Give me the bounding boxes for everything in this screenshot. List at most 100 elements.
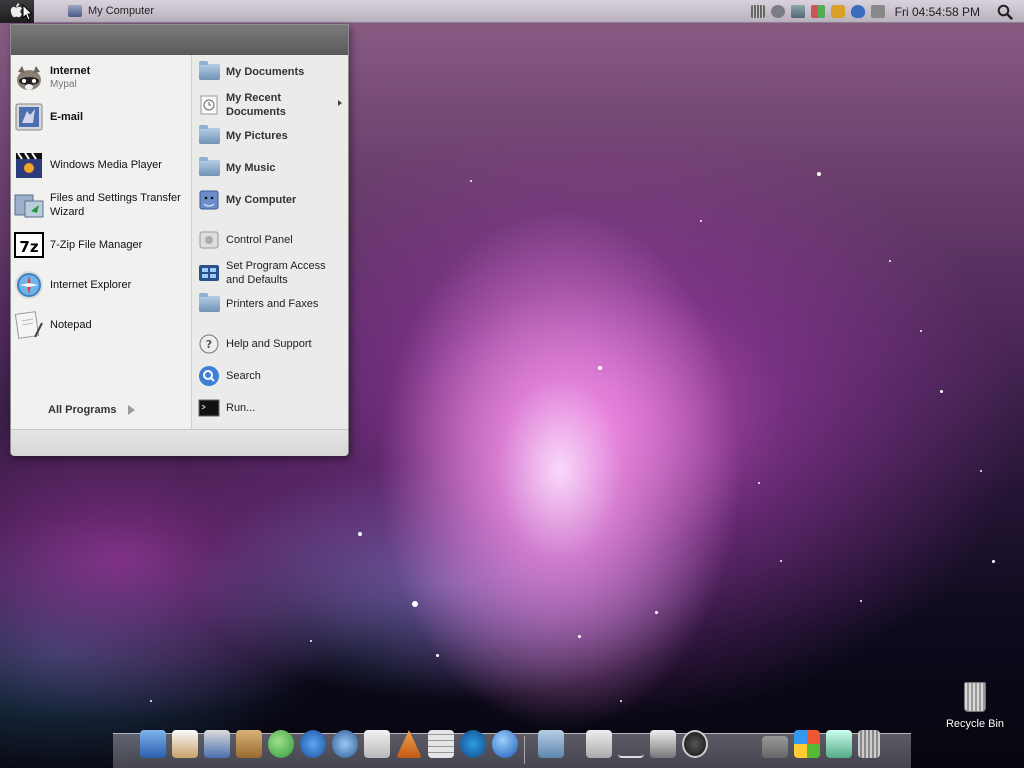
recent-item-internet-explorer[interactable]: Internet Explorer bbox=[11, 268, 191, 302]
control-panel-icon bbox=[198, 229, 220, 251]
volume-icon[interactable] bbox=[870, 5, 885, 18]
display-icon[interactable] bbox=[770, 5, 785, 18]
calculator-icon[interactable] bbox=[428, 730, 454, 758]
item-label: Control Panel bbox=[226, 234, 293, 246]
place-my-computer[interactable]: My Computer bbox=[198, 189, 348, 211]
item-sublabel: Mypal bbox=[50, 79, 77, 90]
spotlight-search-button[interactable] bbox=[994, 1, 1016, 23]
keyboard-icon[interactable] bbox=[750, 5, 765, 18]
place-program-access-defaults[interactable]: Set Program Access and Defaults bbox=[198, 259, 348, 287]
raccoon-browser-icon bbox=[13, 62, 45, 94]
item-label-line2: Wizard bbox=[50, 206, 85, 218]
power-icon[interactable] bbox=[682, 730, 708, 758]
start-menu-footer bbox=[11, 429, 348, 456]
pinned-item-internet[interactable]: Internet Mypal bbox=[11, 61, 191, 95]
address-book-icon[interactable] bbox=[236, 730, 262, 758]
7zip-icon: 7z bbox=[13, 229, 45, 261]
svg-text:7z: 7z bbox=[19, 238, 38, 256]
hanger-icon[interactable] bbox=[618, 730, 644, 758]
recent-documents-icon bbox=[198, 94, 220, 116]
notes-icon[interactable] bbox=[364, 730, 390, 758]
system-settings-icon[interactable] bbox=[650, 730, 676, 758]
desktop-icon-recycle-bin[interactable]: Recycle Bin bbox=[940, 682, 1010, 730]
scissors-icon[interactable] bbox=[586, 730, 612, 758]
finder-icon[interactable] bbox=[140, 730, 166, 758]
place-my-documents[interactable]: My Documents bbox=[198, 61, 348, 83]
all-programs-button[interactable]: All Programs bbox=[48, 404, 136, 416]
start-menu-programs-pane: Internet Mypal E-mail Windows Media Play… bbox=[11, 55, 191, 429]
item-label: My Pictures bbox=[226, 130, 288, 142]
item-label: Internet Explorer bbox=[50, 279, 132, 291]
music-folder-icon bbox=[198, 157, 220, 179]
recent-item-files-settings-transfer[interactable]: Files and Settings Transfer Wizard bbox=[11, 188, 191, 222]
security-shield-icon[interactable] bbox=[850, 5, 865, 18]
recent-item-windows-media-player[interactable]: Windows Media Player bbox=[11, 148, 191, 182]
item-label: Set Program Access and Defaults bbox=[226, 260, 326, 286]
computer-icon bbox=[68, 5, 82, 17]
submenu-arrow-icon bbox=[338, 100, 342, 106]
trash-icon bbox=[964, 682, 986, 712]
globe-icon[interactable] bbox=[492, 730, 518, 758]
downloads-icon[interactable] bbox=[826, 730, 852, 758]
place-control-panel[interactable]: Control Panel bbox=[198, 229, 348, 251]
compass-icon bbox=[13, 269, 45, 301]
mail-stamp-icon bbox=[13, 101, 45, 133]
item-label: Printers and Faxes bbox=[226, 298, 319, 310]
item-label: Run... bbox=[226, 402, 256, 414]
program-defaults-icon bbox=[198, 262, 220, 284]
item-label: My Documents bbox=[226, 66, 305, 78]
item-label: Notepad bbox=[50, 319, 92, 331]
pictures-folder-icon bbox=[198, 125, 220, 147]
place-help-support[interactable]: ? Help and Support bbox=[198, 333, 348, 355]
active-window-title[interactable]: My Computer bbox=[68, 5, 154, 17]
item-label: Search bbox=[226, 370, 261, 382]
notepad-icon bbox=[13, 309, 45, 341]
start-menu-header bbox=[11, 25, 348, 55]
dock-separator bbox=[524, 736, 525, 764]
clock[interactable]: Fri 04:54:58 PM bbox=[895, 5, 980, 19]
trash-icon[interactable] bbox=[858, 730, 880, 758]
documents-folder-icon bbox=[198, 61, 220, 83]
item-label: My Recent Documents bbox=[226, 92, 286, 118]
start-menu-places-pane: My Documents My Recent Documents My Pict… bbox=[191, 55, 348, 429]
recent-item-notepad[interactable]: Notepad bbox=[11, 308, 191, 342]
folder-icon[interactable] bbox=[538, 730, 564, 758]
item-label: My Music bbox=[226, 162, 276, 174]
svg-text:?: ? bbox=[206, 338, 212, 351]
media-player-icon[interactable] bbox=[300, 730, 326, 758]
item-label: Windows Media Player bbox=[50, 159, 162, 171]
item-label: 7-Zip File Manager bbox=[50, 239, 143, 251]
browser-icon[interactable] bbox=[332, 730, 358, 758]
search-icon bbox=[198, 365, 220, 387]
pinned-item-email[interactable]: E-mail bbox=[11, 100, 191, 134]
home-icon[interactable] bbox=[172, 730, 198, 758]
place-my-recent-documents[interactable]: My Recent Documents bbox=[198, 91, 348, 119]
item-label: Files and Settings Transfer bbox=[50, 192, 181, 204]
mail-icon[interactable] bbox=[204, 730, 230, 758]
place-my-pictures[interactable]: My Pictures bbox=[198, 125, 348, 147]
dropdown-icon[interactable] bbox=[762, 736, 788, 758]
windows-logo-icon[interactable] bbox=[794, 730, 820, 758]
recent-item-7zip[interactable]: 7z 7-Zip File Manager bbox=[11, 228, 191, 262]
arrow-right-icon bbox=[128, 405, 136, 415]
clapperboard-icon bbox=[13, 149, 45, 181]
place-printers-faxes[interactable]: Printers and Faxes bbox=[198, 293, 348, 315]
network-icon[interactable] bbox=[790, 5, 805, 18]
lock-icon[interactable] bbox=[830, 5, 845, 18]
item-label: E-mail bbox=[50, 111, 84, 123]
item-label: Internet bbox=[50, 65, 91, 77]
system-tray: Fri 04:54:58 PM bbox=[750, 0, 1024, 23]
transfer-wizard-icon bbox=[13, 189, 45, 221]
place-my-music[interactable]: My Music bbox=[198, 157, 348, 179]
place-run[interactable]: Run... bbox=[198, 397, 348, 419]
run-terminal-icon bbox=[198, 397, 220, 419]
flag-icon[interactable] bbox=[810, 5, 825, 18]
mouse-cursor-icon bbox=[22, 4, 34, 21]
item-label: Help and Support bbox=[226, 338, 312, 350]
messenger-icon[interactable] bbox=[268, 730, 294, 758]
place-search[interactable]: Search bbox=[198, 365, 348, 387]
search-icon bbox=[997, 4, 1013, 20]
printer-folder-icon bbox=[198, 293, 220, 315]
media-center-icon[interactable] bbox=[460, 730, 486, 758]
recycle-bin-label: Recycle Bin bbox=[945, 718, 1005, 730]
